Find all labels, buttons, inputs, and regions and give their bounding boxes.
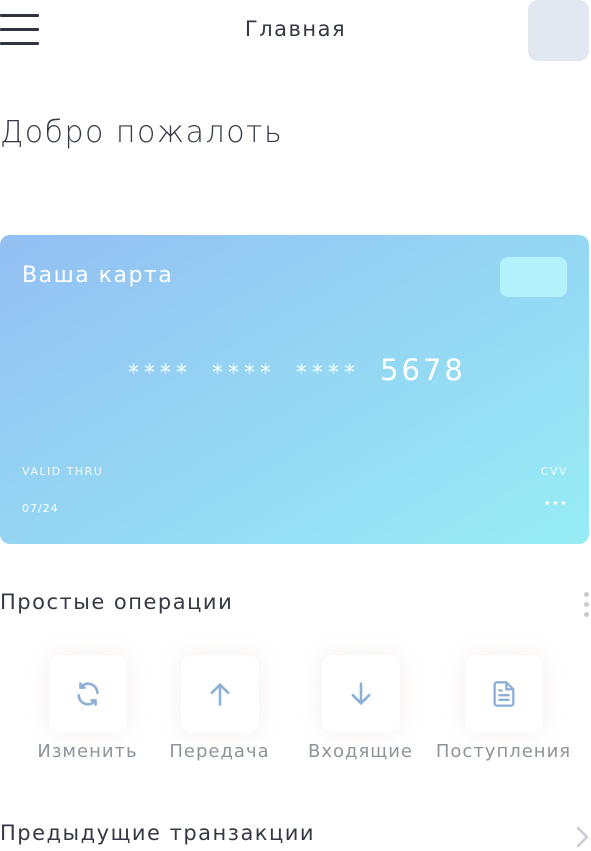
bank-card[interactable]: Ваша карта **** **** **** 5678 VALID THR… <box>0 235 589 544</box>
operation-receipts-button[interactable]: Поступления <box>431 655 576 765</box>
card-number-mask-3: **** <box>296 361 360 386</box>
operation-label: Передача <box>169 741 270 762</box>
operation-label: Поступления <box>435 741 572 762</box>
operation-label: Изменить <box>37 741 138 762</box>
vertical-dots-icon[interactable] <box>582 592 591 620</box>
operation-label: Входящие <box>307 741 413 762</box>
operations-list: Изменить Передача Входящие Поступления <box>0 655 591 765</box>
arrow-down-icon <box>351 682 370 705</box>
chevron-right-icon[interactable] <box>574 826 590 848</box>
transactions-title: Предыдущие транзакции <box>0 821 316 845</box>
welcome-heading: Добро пожалоть <box>0 115 284 150</box>
valid-thru-label: VALID THRU <box>22 465 104 478</box>
refresh-icon <box>76 682 99 706</box>
card-number-mask-2: **** <box>212 361 276 386</box>
card-number: **** **** **** 5678 <box>128 353 466 387</box>
avatar[interactable] <box>528 0 589 61</box>
operation-change-button[interactable]: Изменить <box>15 655 160 765</box>
cvv-value: ••• <box>543 497 568 511</box>
operation-incoming-button[interactable]: Входящие <box>288 655 433 765</box>
card-number-mask-1: **** <box>128 361 192 386</box>
card-label: Ваша карта <box>22 263 174 288</box>
arrow-up-icon <box>210 683 229 706</box>
cvv-label: CVV <box>540 465 568 478</box>
document-icon <box>493 681 514 707</box>
valid-thru-value: 07/24 <box>22 502 59 515</box>
operations-title: Простые операции <box>0 590 234 614</box>
page-title: Главная <box>244 17 347 41</box>
card-number-last4: 5678 <box>380 353 466 387</box>
operation-transfer-button[interactable]: Передача <box>147 655 292 765</box>
card-chip <box>500 257 567 297</box>
